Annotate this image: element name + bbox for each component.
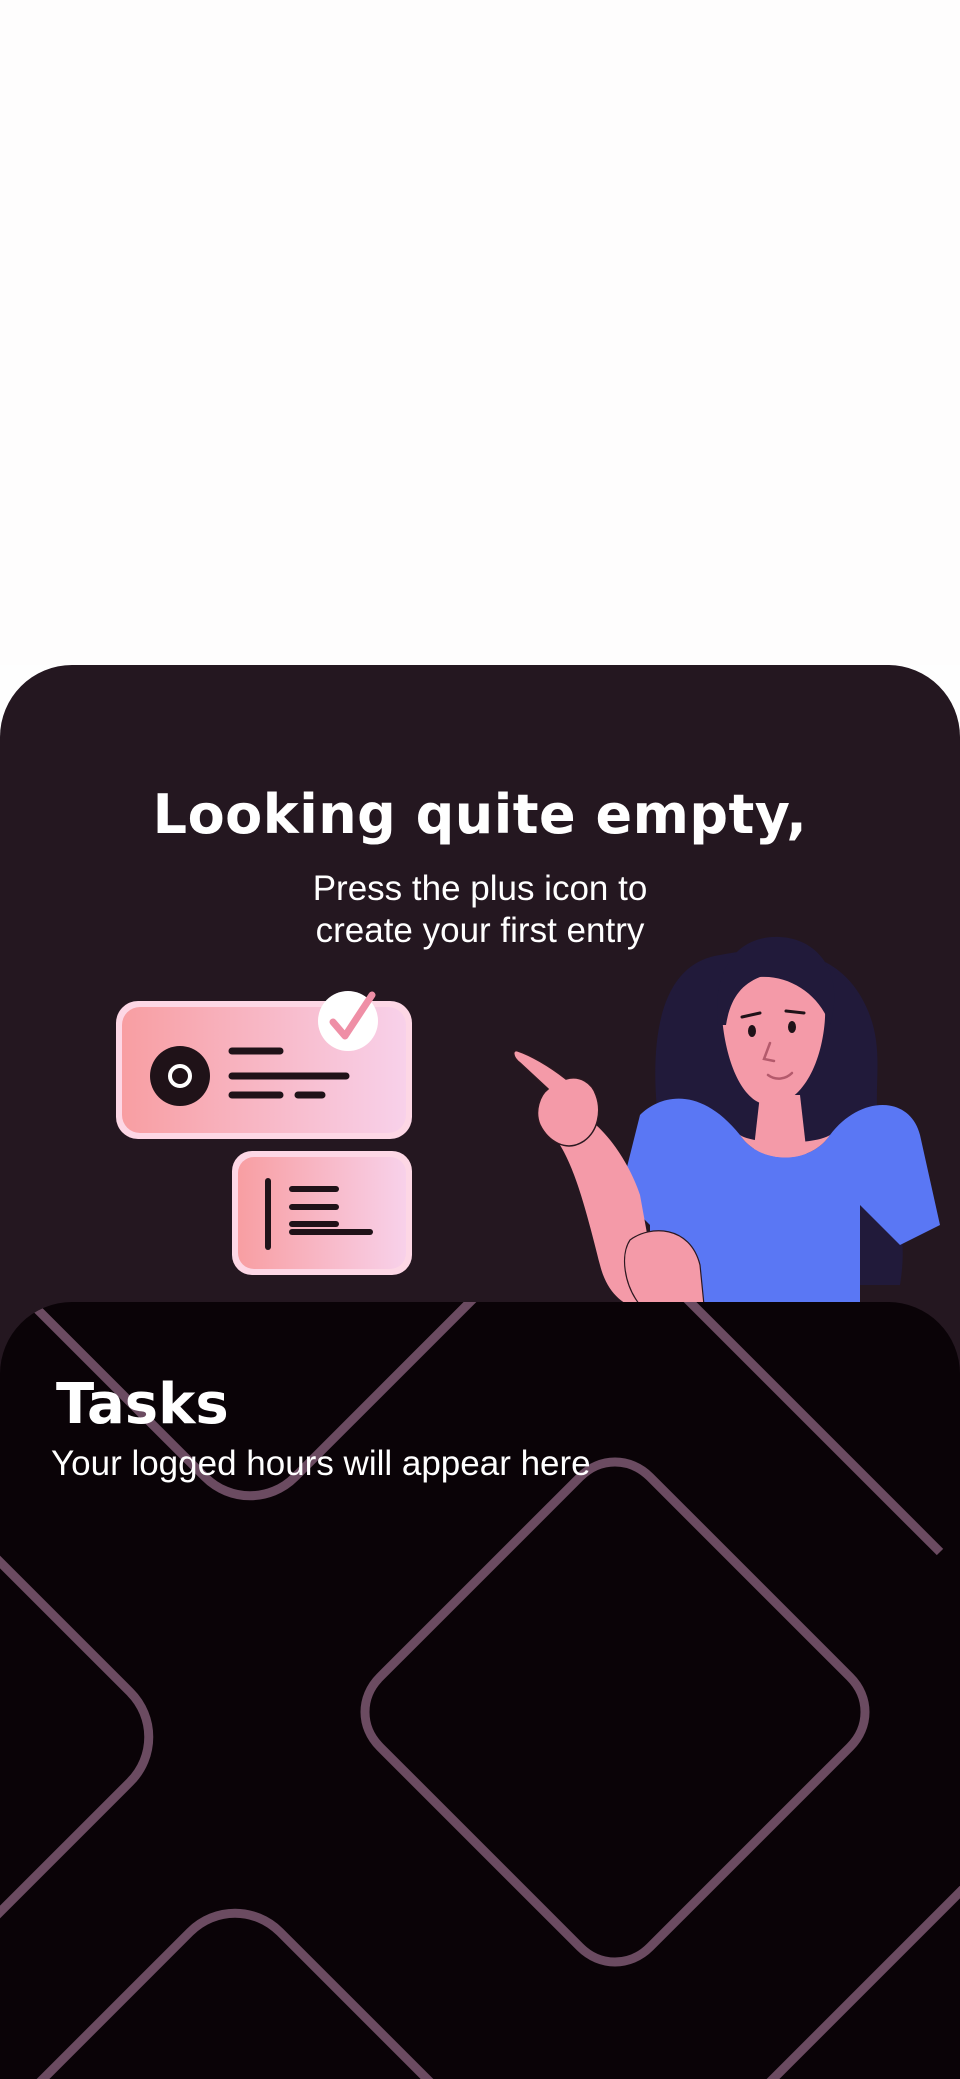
blank-top-area (0, 0, 960, 665)
tasks-subtitle: Your logged hours will appear here (51, 1444, 591, 1483)
empty-state-subtitle: Press the plus icon to create your first… (312, 869, 648, 950)
tasks-title: Tasks (56, 1372, 229, 1437)
check-badge-icon (318, 991, 378, 1051)
tasks-panel: Tasks Your logged hours will appear here (0, 1302, 960, 2079)
app-screen: Looking quite empty, Press the plus icon… (0, 0, 960, 2079)
pointing-woman-illustration (513, 936, 940, 1309)
list-card-icon (232, 1151, 412, 1275)
empty-state-title: Looking quite empty, (152, 783, 808, 846)
